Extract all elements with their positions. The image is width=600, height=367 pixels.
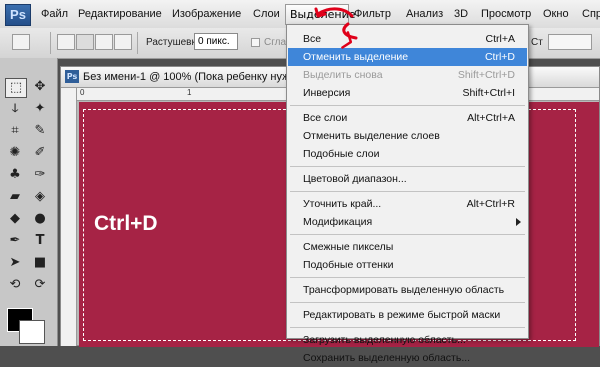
add-to-selection-icon[interactable] <box>76 34 94 50</box>
menu-item-label: Редактировать в режиме быстрой маски <box>303 309 501 321</box>
paint-bucket-icon[interactable]: ◈ <box>30 188 50 206</box>
background-color-swatch[interactable] <box>19 320 45 344</box>
divider <box>50 32 51 54</box>
menu-item[interactable]: Модификация <box>288 213 527 231</box>
menu-select[interactable]: Выделение <box>285 4 356 25</box>
menu-separator <box>290 166 525 167</box>
menu-item-label: Инверсия <box>303 87 351 99</box>
menu-item[interactable]: Редактировать в режиме быстрой маски <box>288 306 527 324</box>
menu-separator <box>290 277 525 278</box>
antialias-checkbox[interactable] <box>251 38 260 47</box>
menu-filter[interactable]: Фильтр <box>354 8 391 20</box>
feather-input[interactable]: 0 пикс. <box>194 33 238 50</box>
style-select[interactable] <box>548 34 592 50</box>
toolbox: ⬚ ✥ ↆ ✦ ⌗ ✎ ✺ ✐ ♣ ✑ ▰ ◈ ◆ ● ✒ T ➤ ■ ⟲ ⟳ <box>0 58 58 346</box>
pen-tool-icon[interactable]: ✒ <box>5 232 25 250</box>
document-title: Без имени-1 @ 100% (Пока ребенку нужен т <box>83 71 310 83</box>
clone-stamp-icon[interactable]: ♣ <box>5 166 25 184</box>
menu-item-label: Уточнить край... <box>303 198 382 210</box>
menu-window[interactable]: Окно <box>543 8 569 20</box>
marquee-preset-icon[interactable] <box>12 34 30 50</box>
new-selection-icon[interactable] <box>57 34 75 50</box>
menu-3d[interactable]: 3D <box>454 8 468 20</box>
menu-separator <box>290 302 525 303</box>
menu-layers[interactable]: Слои <box>253 8 280 20</box>
divider <box>137 32 138 54</box>
menu-item[interactable]: Смежные пикселы <box>288 238 527 256</box>
menu-item-shortcut: Alt+Ctrl+R <box>466 198 515 210</box>
blur-tool-icon[interactable]: ◆ <box>5 210 25 228</box>
menu-item[interactable]: Подобные слои <box>288 145 527 163</box>
menu-item-label: Все слои <box>303 112 348 124</box>
menu-analysis[interactable]: Анализ <box>406 8 443 20</box>
ruler-mark: 1 <box>187 88 192 97</box>
menu-item[interactable]: Подобные оттенки <box>288 256 527 274</box>
menu-item-label: Смежные пикселы <box>303 241 394 253</box>
photoshop-logo: Ps <box>5 4 31 26</box>
move-tool-icon[interactable]: ✥ <box>30 78 50 96</box>
menu-item[interactable]: Сохранить выделенную область... <box>288 349 527 367</box>
menu-image[interactable]: Изображение <box>172 8 241 20</box>
eyedropper-tool-icon[interactable]: ✎ <box>30 122 50 140</box>
menu-item-label: Подобные оттенки <box>303 259 394 271</box>
menu-file[interactable]: Файл <box>41 8 68 20</box>
magic-wand-tool-icon[interactable]: ✦ <box>30 100 50 118</box>
eraser-tool-icon[interactable]: ▰ <box>5 188 25 206</box>
dodge-tool-icon[interactable]: ● <box>30 210 50 228</box>
submenu-arrow-icon <box>516 218 521 226</box>
subtract-selection-icon[interactable] <box>95 34 113 50</box>
vertical-ruler <box>61 88 77 346</box>
crop-tool-icon[interactable]: ⌗ <box>5 122 25 140</box>
menu-separator <box>290 327 525 328</box>
history-brush-icon[interactable]: ✑ <box>30 166 50 184</box>
menu-item-label: Сохранить выделенную область... <box>303 352 471 364</box>
menu-item[interactable]: Уточнить край... Alt+Ctrl+R <box>288 195 527 213</box>
menu-item-shortcut: Shift+Ctrl+I <box>462 87 515 99</box>
menu-item-shortcut: Ctrl+A <box>485 33 515 45</box>
menu-separator <box>290 234 525 235</box>
menu-view[interactable]: Просмотр <box>481 8 531 20</box>
menu-item[interactable]: Отменить выделение слоев <box>288 127 527 145</box>
select-dropdown-menu: Все Ctrl+A Отменить выделение Ctrl+D Выделит… <box>286 24 529 364</box>
healing-brush-icon[interactable]: ✺ <box>5 144 25 162</box>
menu-item-label: Модификация <box>303 216 373 228</box>
menu-item-label: Выделить снова <box>303 69 383 81</box>
menu-item[interactable]: Отменить выделение Ctrl+D <box>288 48 527 66</box>
shape-tool-icon[interactable]: ■ <box>30 254 50 272</box>
shortcut-overlay-text: Ctrl+D <box>94 212 158 235</box>
menu-item-shortcut: Alt+Ctrl+A <box>467 112 515 124</box>
menu-item[interactable]: Трансформировать выделенную область <box>288 281 527 299</box>
menu-item-label: Загрузить выделенную область... <box>303 334 466 346</box>
menu-edit[interactable]: Редактирование <box>78 8 162 20</box>
ruler-mark: 0 <box>80 88 85 97</box>
menu-item-label: Цветовой диапазон... <box>303 173 407 185</box>
path-selection-icon[interactable]: ➤ <box>5 254 25 272</box>
menu-item[interactable]: Цветовой диапазон... <box>288 170 527 188</box>
menu-item[interactable]: Все Ctrl+A <box>288 30 527 48</box>
hand-tool-icon[interactable] <box>5 284 25 302</box>
rect-marquee-tool-icon[interactable]: ⬚ <box>5 78 27 98</box>
menu-item-label: Подобные слои <box>303 148 380 160</box>
menu-separator <box>290 105 525 106</box>
intersect-selection-icon[interactable] <box>114 34 132 50</box>
menu-separator <box>290 191 525 192</box>
menu-item-label: Отменить выделение слоев <box>303 130 440 142</box>
menu-select-label: Выделение <box>290 8 356 21</box>
menu-item-shortcut: Ctrl+D <box>484 51 515 63</box>
brush-tool-icon[interactable]: ✐ <box>30 144 50 162</box>
menu-help[interactable]: Спр <box>582 8 600 20</box>
menu-item[interactable]: Инверсия Shift+Ctrl+I <box>288 84 527 102</box>
lasso-tool-icon[interactable]: ↆ <box>5 100 25 118</box>
menu-item-label: Все <box>303 33 322 45</box>
menu-item-label: Отменить выделение <box>303 51 409 63</box>
menu-item: Выделить снова Shift+Ctrl+D <box>288 66 527 84</box>
type-tool-icon[interactable]: T <box>30 232 50 250</box>
menu-item-label: Трансформировать выделенную область <box>303 284 505 296</box>
3d-camera-icon[interactable]: ⟳ <box>30 276 50 294</box>
menu-item-shortcut: Shift+Ctrl+D <box>457 69 515 81</box>
style-label: Ст <box>531 37 543 48</box>
menu-item[interactable]: Все слои Alt+Ctrl+A <box>288 109 527 127</box>
menu-item[interactable]: Загрузить выделенную область... <box>288 331 527 349</box>
document-ps-icon: Ps <box>65 70 79 83</box>
